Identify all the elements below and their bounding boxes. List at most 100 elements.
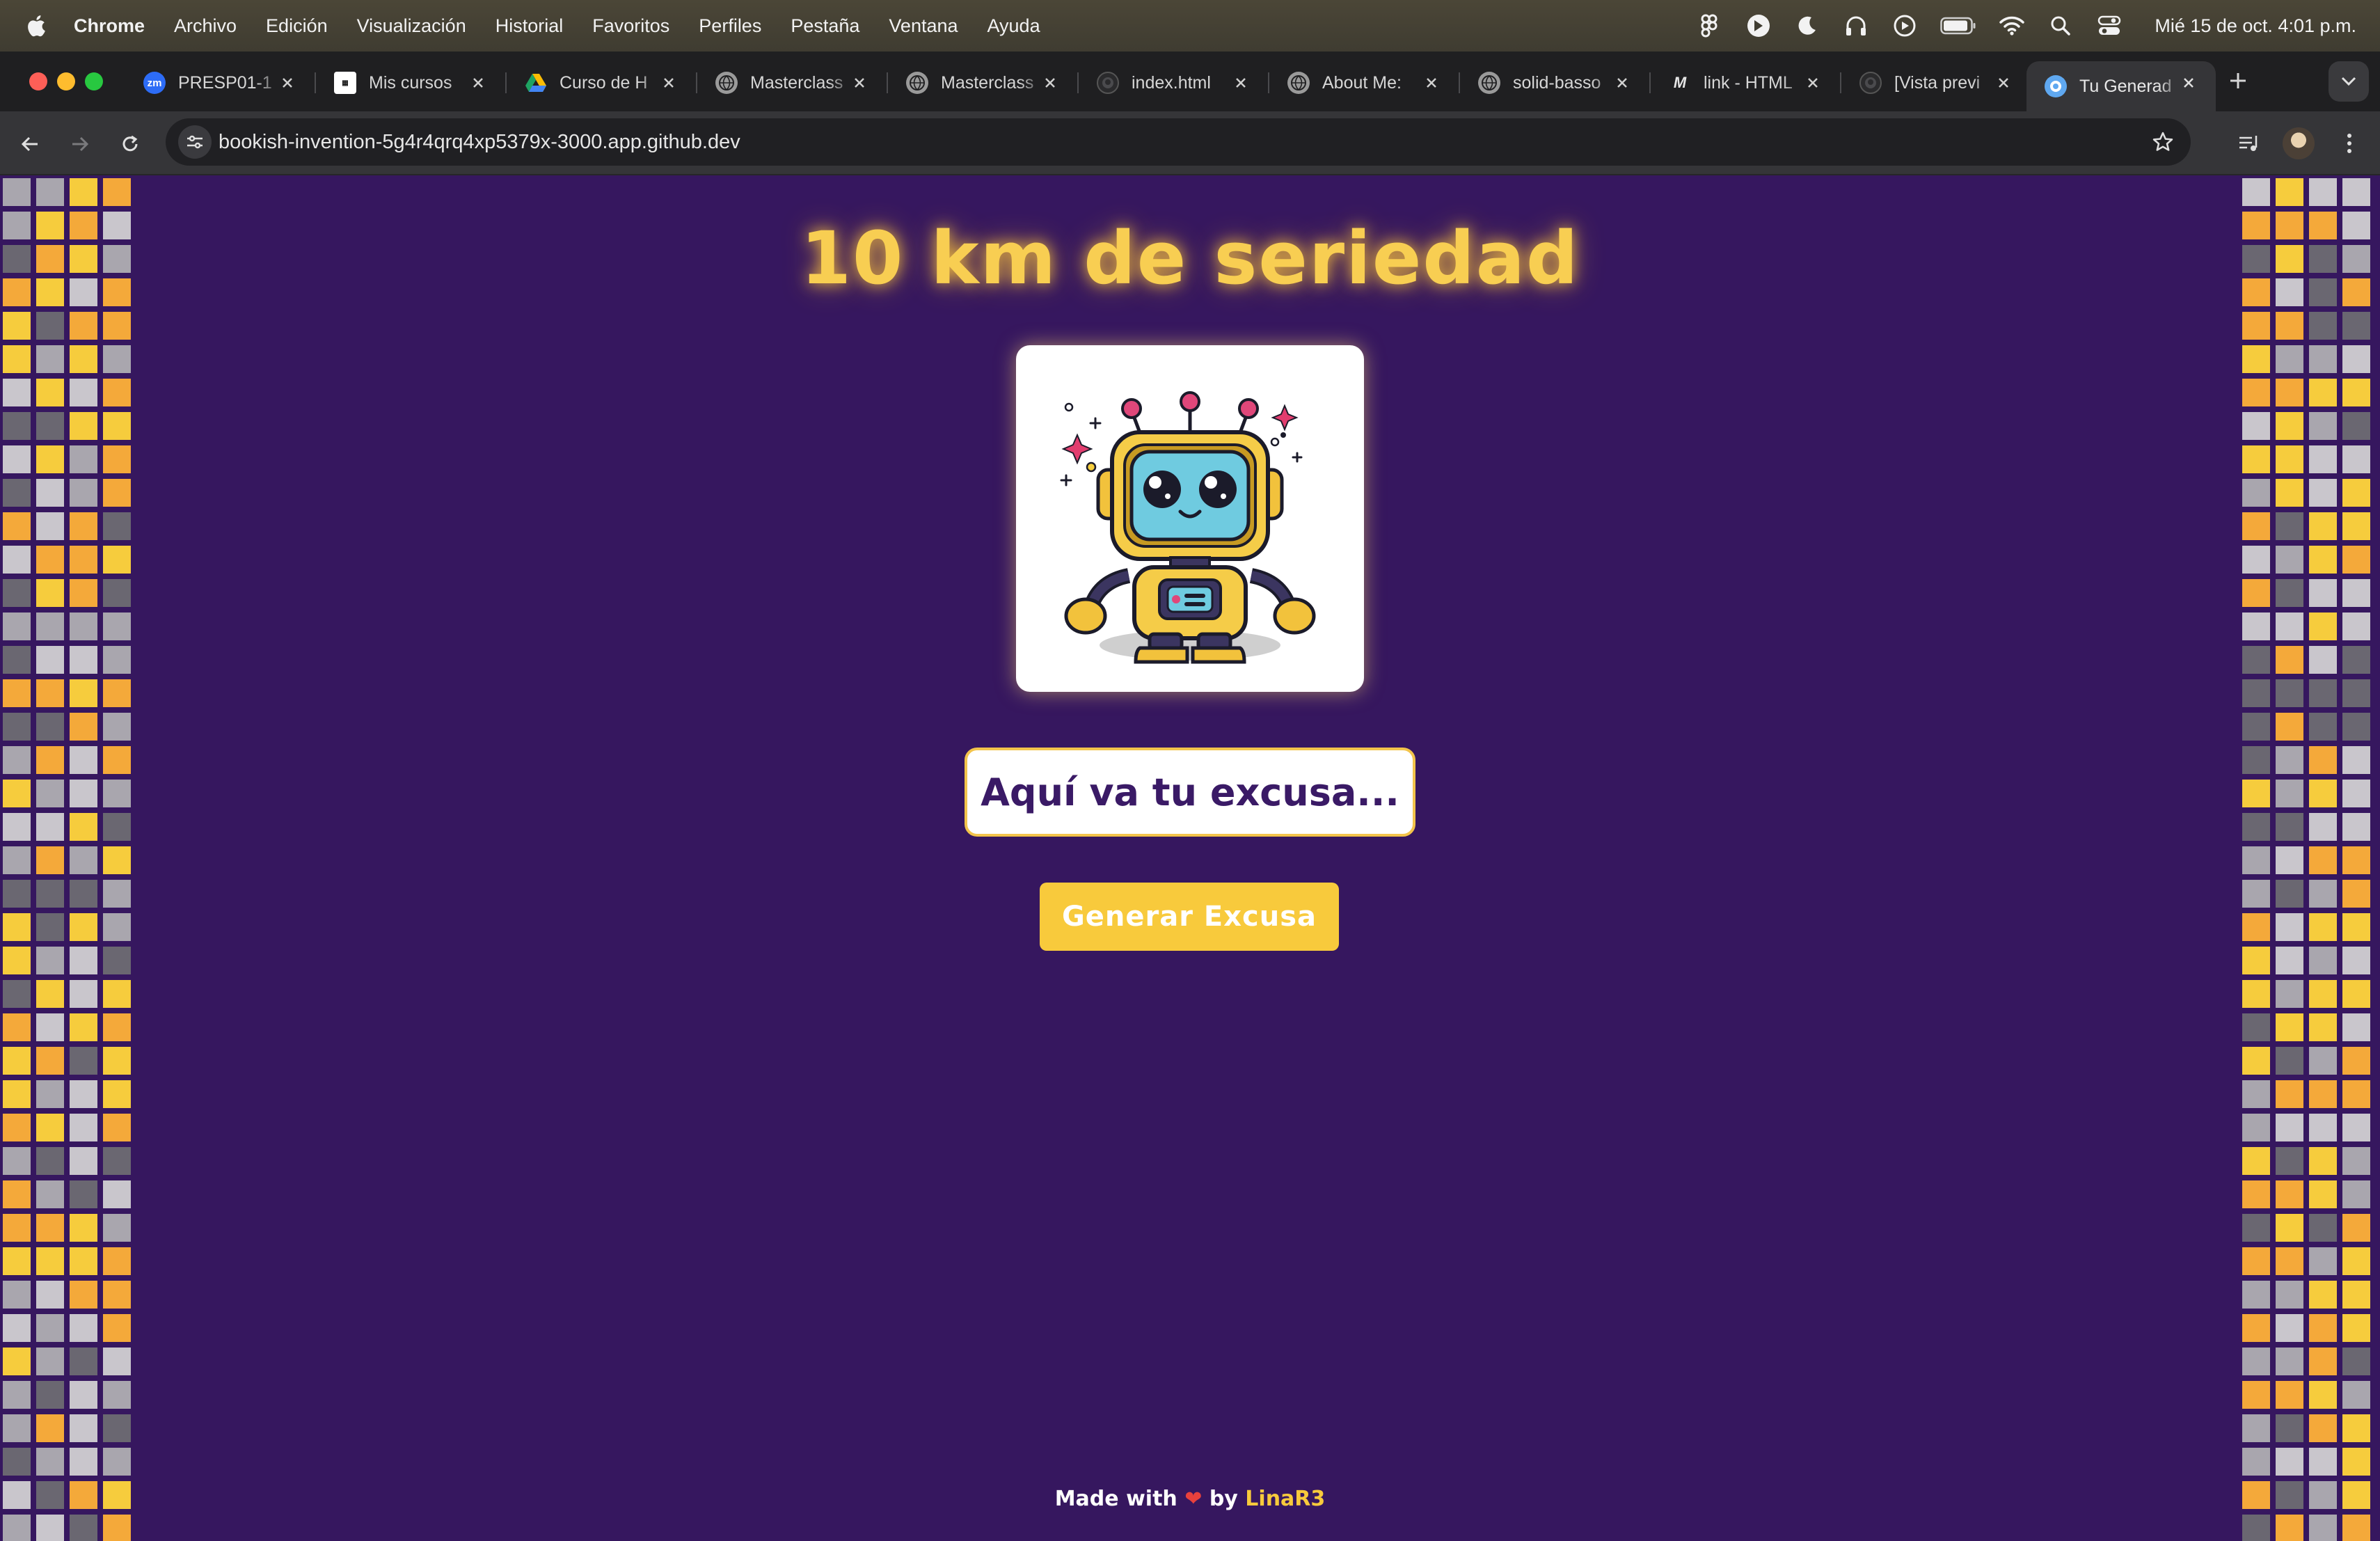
mosaic-tile <box>2309 1013 2337 1041</box>
close-icon[interactable] <box>2177 71 2200 95</box>
spotlight-search-icon[interactable] <box>2046 11 2075 40</box>
mosaic-tile <box>70 947 97 974</box>
new-tab-button[interactable] <box>2219 61 2258 100</box>
close-icon[interactable] <box>1801 71 1825 95</box>
close-icon[interactable] <box>466 71 490 95</box>
mosaic-tile <box>2342 1180 2370 1208</box>
mosaic-tile <box>103 1314 131 1342</box>
mosaic-tile <box>36 1214 64 1242</box>
tab-about-me[interactable]: About Me: <box>1269 61 1460 104</box>
generate-excuse-button[interactable]: Generar Excusa <box>1040 883 1339 951</box>
tab-masterclass-1[interactable]: Masterclass <box>697 61 888 104</box>
tab-presp01[interactable]: zm PRESP01-1 <box>125 61 316 104</box>
wifi-icon[interactable] <box>1997 11 2026 40</box>
mosaic-tile <box>36 980 64 1008</box>
play-circle-icon[interactable] <box>1890 11 1919 40</box>
window-close-button[interactable] <box>29 72 47 90</box>
mosaic-tile <box>2309 1247 2337 1275</box>
menu-app-name[interactable]: Chrome <box>74 15 145 37</box>
menu-perfiles[interactable]: Perfiles <box>699 15 761 37</box>
mosaic-tile <box>2276 579 2303 607</box>
mosaic-tile <box>2342 1314 2370 1342</box>
mosaic-tile <box>2309 379 2337 406</box>
window-zoom-button[interactable] <box>85 72 103 90</box>
control-center-icon[interactable] <box>2095 11 2124 40</box>
close-icon[interactable] <box>848 71 871 95</box>
tab-masterclass-2[interactable]: Masterclass <box>888 61 1079 104</box>
mosaic-tile <box>2276 345 2303 373</box>
page-title: 10 km de seriedad <box>800 216 1580 301</box>
menu-edicion[interactable]: Edición <box>266 15 328 37</box>
battery-icon[interactable] <box>1939 11 1978 40</box>
mosaic-tile <box>2309 613 2337 640</box>
mosaic-tile <box>2276 846 2303 874</box>
forward-button[interactable] <box>63 127 97 161</box>
tab-solid-basso[interactable]: solid-basso <box>1460 61 1651 104</box>
window-minimize-button[interactable] <box>57 72 75 90</box>
menu-ventana[interactable]: Ventana <box>889 15 958 37</box>
close-icon[interactable] <box>1610 71 1634 95</box>
figma-icon[interactable] <box>1695 11 1724 40</box>
mosaic-tile <box>103 178 131 206</box>
status-area: Mié 15 de oct. 4:01 p.m. <box>1695 0 2356 52</box>
close-icon[interactable] <box>1229 71 1253 95</box>
media-controls-icon[interactable] <box>2231 125 2267 161</box>
menu-historial[interactable]: Historial <box>495 15 564 37</box>
address-bar[interactable]: bookish-invention-5g4r4qrq4xp5379x-3000.… <box>166 118 2191 166</box>
close-icon[interactable] <box>1992 71 2015 95</box>
mosaic-tile <box>3 1348 31 1375</box>
mosaic-tile <box>2276 1080 2303 1108</box>
mosaic-tile <box>2309 746 2337 774</box>
globe-icon <box>906 72 928 94</box>
mosaic-tile <box>36 312 64 340</box>
moon-icon[interactable] <box>1793 11 1822 40</box>
profile-avatar[interactable] <box>2283 127 2315 159</box>
mosaic-tile <box>2242 1448 2270 1476</box>
menu-pestana[interactable]: Pestaña <box>791 15 859 37</box>
mosaic-tile <box>2309 1147 2337 1175</box>
menu-ayuda[interactable]: Ayuda <box>987 15 1040 37</box>
chrome-menu-icon[interactable] <box>2331 125 2367 161</box>
url-text[interactable]: bookish-invention-5g4r4qrq4xp5379x-3000.… <box>219 118 740 166</box>
close-icon[interactable] <box>1038 71 1062 95</box>
tab-title: solid-basso <box>1513 72 1601 93</box>
globe-icon <box>1478 72 1500 94</box>
tab-title: Masterclass <box>750 72 843 93</box>
globe-icon <box>715 72 738 94</box>
menu-clock[interactable]: Mié 15 de oct. 4:01 p.m. <box>2155 15 2356 37</box>
close-icon[interactable] <box>276 71 299 95</box>
menu-archivo[interactable]: Archivo <box>174 15 237 37</box>
footer-by: by <box>1209 1487 1238 1511</box>
mosaic-tile <box>36 1047 64 1075</box>
tab-tu-generador[interactable]: Tu Generad <box>2026 61 2216 111</box>
headphones-icon[interactable] <box>1841 11 1871 40</box>
close-icon[interactable] <box>657 71 681 95</box>
mosaic-tile <box>2342 1013 2370 1041</box>
bookmark-star-icon[interactable] <box>2148 127 2178 157</box>
mosaic-tile <box>3 1013 31 1041</box>
mosaic-tile <box>3 746 31 774</box>
reload-button[interactable] <box>113 127 148 161</box>
globe-icon <box>1287 72 1310 94</box>
tab-vista-previa[interactable]: [Vista previ <box>1841 61 2031 104</box>
tab-link-html[interactable]: M link - HTML <box>1651 61 1841 104</box>
tab-index-html[interactable]: index.html <box>1079 61 1269 104</box>
menu-favoritos[interactable]: Favoritos <box>592 15 669 37</box>
mosaic-tile <box>2342 445 2370 473</box>
scrobbler-icon[interactable] <box>1744 11 1773 40</box>
mosaic-tile <box>103 1281 131 1309</box>
mosaic-tile <box>2309 813 2337 841</box>
apple-icon[interactable] <box>25 13 50 38</box>
site-info-icon[interactable] <box>178 125 212 159</box>
tab-mis-cursos[interactable]: ▦ Mis cursos <box>316 61 507 104</box>
menu-visualizacion[interactable]: Visualización <box>357 15 466 37</box>
mosaic-tile <box>36 1348 64 1375</box>
footer-author-link[interactable]: LinaR3 <box>1245 1487 1325 1511</box>
mosaic-tile <box>2242 980 2270 1008</box>
mosaic-tile <box>2309 1314 2337 1342</box>
mosaic-tile <box>3 780 31 807</box>
tab-search-button[interactable] <box>2329 61 2369 102</box>
close-icon[interactable] <box>1420 71 1443 95</box>
back-button[interactable] <box>13 127 47 161</box>
tab-curso-de-h[interactable]: Curso de H <box>507 61 697 104</box>
